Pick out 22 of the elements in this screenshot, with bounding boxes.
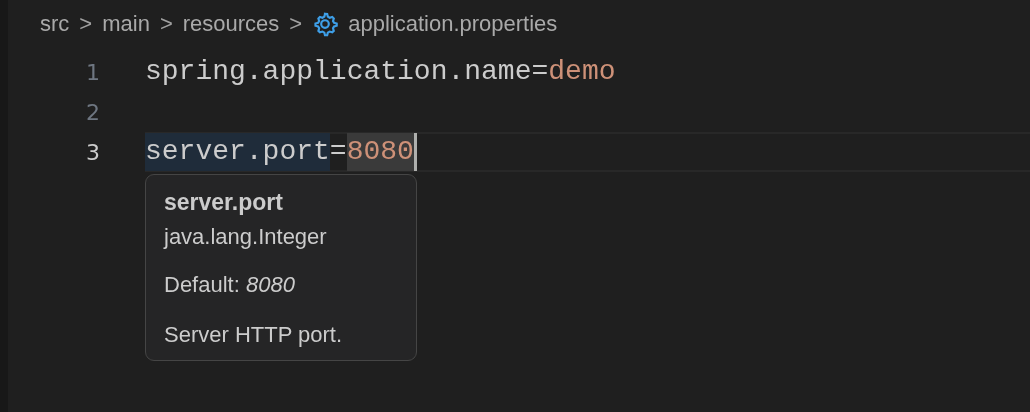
line-number: 3: [85, 139, 100, 165]
line-number: 2: [85, 99, 100, 125]
property-name: server.port: [164, 189, 283, 216]
line-number: 1: [85, 59, 100, 85]
breadcrumb-item[interactable]: resources: [182, 11, 280, 37]
settings-icon: [312, 11, 339, 37]
code-token: =: [531, 55, 549, 89]
breadcrumb-item[interactable]: main: [102, 11, 150, 37]
code-token: =: [329, 135, 347, 169]
breadcrumb-separator: >: [79, 11, 93, 37]
property-description: Server HTTP port.: [164, 322, 343, 348]
code-token: spring.application.name: [145, 55, 532, 89]
default-value: Default: 8080: [164, 272, 295, 298]
text-cursor: [413, 133, 417, 171]
breadcrumb-item[interactable]: application.properties: [348, 11, 558, 37]
code-token: 8080: [346, 133, 414, 171]
code-token: demo: [548, 55, 616, 89]
property-type: java.lang.Integer: [164, 224, 327, 250]
breadcrumb-separator: >: [159, 11, 173, 37]
breadcrumb-item[interactable]: src: [40, 11, 70, 37]
breadcrumb-separator: >: [289, 11, 303, 37]
code-token: server.port: [145, 133, 330, 171]
